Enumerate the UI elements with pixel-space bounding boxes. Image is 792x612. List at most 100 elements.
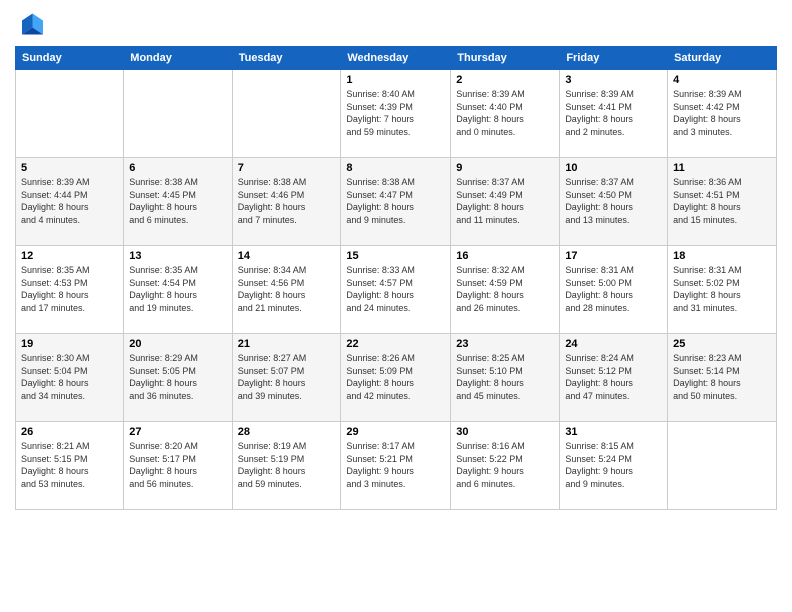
- day-info: Sunrise: 8:29 AM Sunset: 5:05 PM Dayligh…: [129, 352, 226, 402]
- day-info: Sunrise: 8:38 AM Sunset: 4:47 PM Dayligh…: [346, 176, 445, 226]
- empty-cell: [16, 70, 124, 158]
- day-number: 3: [565, 74, 662, 86]
- day-cell-10: 10 Sunrise: 8:37 AM Sunset: 4:50 PM Dayli…: [560, 158, 668, 246]
- week-row-1: 1 Sunrise: 8:40 AM Sunset: 4:39 PM Daylig…: [16, 70, 777, 158]
- day-info: Sunrise: 8:40 AM Sunset: 4:39 PM Dayligh…: [346, 88, 445, 138]
- day-info: Sunrise: 8:31 AM Sunset: 5:00 PM Dayligh…: [565, 264, 662, 314]
- day-cell-12: 12 Sunrise: 8:35 AM Sunset: 4:53 PM Dayli…: [16, 246, 124, 334]
- day-number: 10: [565, 162, 662, 174]
- day-cell-25: 25 Sunrise: 8:23 AM Sunset: 5:14 PM Dayli…: [668, 334, 777, 422]
- day-number: 20: [129, 338, 226, 350]
- weekday-header-saturday: Saturday: [668, 47, 777, 70]
- day-info: Sunrise: 8:26 AM Sunset: 5:09 PM Dayligh…: [346, 352, 445, 402]
- day-info: Sunrise: 8:25 AM Sunset: 5:10 PM Dayligh…: [456, 352, 554, 402]
- day-number: 21: [238, 338, 336, 350]
- day-info: Sunrise: 8:17 AM Sunset: 5:21 PM Dayligh…: [346, 440, 445, 490]
- day-info: Sunrise: 8:33 AM Sunset: 4:57 PM Dayligh…: [346, 264, 445, 314]
- day-cell-30: 30Sunrise: 8:16 AM Sunset: 5:22 PM Dayli…: [451, 422, 560, 510]
- day-number: 17: [565, 250, 662, 262]
- day-cell-27: 27Sunrise: 8:20 AM Sunset: 5:17 PM Dayli…: [124, 422, 232, 510]
- day-info: Sunrise: 8:37 AM Sunset: 4:50 PM Dayligh…: [565, 176, 662, 226]
- day-cell-3: 3 Sunrise: 8:39 AM Sunset: 4:41 PM Daylig…: [560, 70, 668, 158]
- day-cell-19: 19 Sunrise: 8:30 AM Sunset: 5:04 PM Dayli…: [16, 334, 124, 422]
- day-info: Sunrise: 8:38 AM Sunset: 4:45 PM Dayligh…: [129, 176, 226, 226]
- day-cell-8: 8Sunrise: 8:38 AM Sunset: 4:47 PM Daylig…: [341, 158, 451, 246]
- day-cell-7: 7Sunrise: 8:38 AM Sunset: 4:46 PM Daylig…: [232, 158, 341, 246]
- day-info: Sunrise: 8:37 AM Sunset: 4:49 PM Dayligh…: [456, 176, 554, 226]
- day-cell-15: 15 Sunrise: 8:33 AM Sunset: 4:57 PM Dayli…: [341, 246, 451, 334]
- day-info: Sunrise: 8:16 AM Sunset: 5:22 PM Dayligh…: [456, 440, 554, 490]
- day-info: Sunrise: 8:23 AM Sunset: 5:14 PM Dayligh…: [673, 352, 771, 402]
- empty-cell: [232, 70, 341, 158]
- day-info: Sunrise: 8:39 AM Sunset: 4:44 PM Dayligh…: [21, 176, 118, 226]
- day-number: 12: [21, 250, 118, 262]
- day-number: 14: [238, 250, 336, 262]
- day-number: 29: [346, 426, 445, 438]
- day-number: 23: [456, 338, 554, 350]
- day-number: 13: [129, 250, 226, 262]
- day-number: 18: [673, 250, 771, 262]
- day-info: Sunrise: 8:24 AM Sunset: 5:12 PM Dayligh…: [565, 352, 662, 402]
- day-cell-18: 18 Sunrise: 8:31 AM Sunset: 5:02 PM Dayli…: [668, 246, 777, 334]
- logo-icon: [15, 10, 43, 38]
- day-number: 28: [238, 426, 336, 438]
- day-info: Sunrise: 8:39 AM Sunset: 4:40 PM Dayligh…: [456, 88, 554, 138]
- day-number: 31: [565, 426, 662, 438]
- day-cell-23: 23 Sunrise: 8:25 AM Sunset: 5:10 PM Dayli…: [451, 334, 560, 422]
- day-info: Sunrise: 8:19 AM Sunset: 5:19 PM Dayligh…: [238, 440, 336, 490]
- weekday-header-sunday: Sunday: [16, 47, 124, 70]
- day-number: 25: [673, 338, 771, 350]
- day-cell-29: 29 Sunrise: 8:17 AM Sunset: 5:21 PM Dayli…: [341, 422, 451, 510]
- day-cell-28: 28 Sunrise: 8:19 AM Sunset: 5:19 PM Dayli…: [232, 422, 341, 510]
- day-number: 24: [565, 338, 662, 350]
- week-row-4: 19 Sunrise: 8:30 AM Sunset: 5:04 PM Dayli…: [16, 334, 777, 422]
- weekday-header-wednesday: Wednesday: [341, 47, 451, 70]
- day-info: Sunrise: 8:35 AM Sunset: 4:54 PM Dayligh…: [129, 264, 226, 314]
- day-info: Sunrise: 8:39 AM Sunset: 4:41 PM Dayligh…: [565, 88, 662, 138]
- weekday-header-monday: Monday: [124, 47, 232, 70]
- day-cell-5: 5 Sunrise: 8:39 AM Sunset: 4:44 PM Daylig…: [16, 158, 124, 246]
- day-number: 2: [456, 74, 554, 86]
- day-cell-2: 2 Sunrise: 8:39 AM Sunset: 4:40 PM Daylig…: [451, 70, 560, 158]
- day-number: 19: [21, 338, 118, 350]
- weekday-header-thursday: Thursday: [451, 47, 560, 70]
- day-info: Sunrise: 8:38 AM Sunset: 4:46 PM Dayligh…: [238, 176, 336, 226]
- header: [15, 10, 777, 38]
- week-row-2: 5 Sunrise: 8:39 AM Sunset: 4:44 PM Daylig…: [16, 158, 777, 246]
- day-cell-24: 24 Sunrise: 8:24 AM Sunset: 5:12 PM Dayli…: [560, 334, 668, 422]
- day-cell-4: 4 Sunrise: 8:39 AM Sunset: 4:42 PM Daylig…: [668, 70, 777, 158]
- day-info: Sunrise: 8:27 AM Sunset: 5:07 PM Dayligh…: [238, 352, 336, 402]
- weekday-header-tuesday: Tuesday: [232, 47, 341, 70]
- day-cell-31: 31 Sunrise: 8:15 AM Sunset: 5:24 PM Dayli…: [560, 422, 668, 510]
- day-cell-6: 6Sunrise: 8:38 AM Sunset: 4:45 PM Daylig…: [124, 158, 232, 246]
- day-number: 9: [456, 162, 554, 174]
- day-cell-9: 9 Sunrise: 8:37 AM Sunset: 4:49 PM Daylig…: [451, 158, 560, 246]
- day-info: Sunrise: 8:31 AM Sunset: 5:02 PM Dayligh…: [673, 264, 771, 314]
- day-cell-14: 14 Sunrise: 8:34 AM Sunset: 4:56 PM Dayli…: [232, 246, 341, 334]
- day-info: Sunrise: 8:34 AM Sunset: 4:56 PM Dayligh…: [238, 264, 336, 314]
- day-number: 11: [673, 162, 771, 174]
- day-info: Sunrise: 8:39 AM Sunset: 4:42 PM Dayligh…: [673, 88, 771, 138]
- calendar-table: SundayMondayTuesdayWednesdayThursdayFrid…: [15, 46, 777, 510]
- day-number: 16: [456, 250, 554, 262]
- empty-cell: [668, 422, 777, 510]
- day-cell-20: 20 Sunrise: 8:29 AM Sunset: 5:05 PM Dayli…: [124, 334, 232, 422]
- day-info: Sunrise: 8:35 AM Sunset: 4:53 PM Dayligh…: [21, 264, 118, 314]
- day-number: 5: [21, 162, 118, 174]
- day-info: Sunrise: 8:15 AM Sunset: 5:24 PM Dayligh…: [565, 440, 662, 490]
- day-cell-21: 21 Sunrise: 8:27 AM Sunset: 5:07 PM Dayli…: [232, 334, 341, 422]
- day-info: Sunrise: 8:36 AM Sunset: 4:51 PM Dayligh…: [673, 176, 771, 226]
- day-number: 15: [346, 250, 445, 262]
- day-cell-11: 11 Sunrise: 8:36 AM Sunset: 4:51 PM Dayli…: [668, 158, 777, 246]
- week-row-3: 12 Sunrise: 8:35 AM Sunset: 4:53 PM Dayli…: [16, 246, 777, 334]
- day-cell-26: 26Sunrise: 8:21 AM Sunset: 5:15 PM Dayli…: [16, 422, 124, 510]
- week-row-5: 26Sunrise: 8:21 AM Sunset: 5:15 PM Dayli…: [16, 422, 777, 510]
- weekday-header-row: SundayMondayTuesdayWednesdayThursdayFrid…: [16, 47, 777, 70]
- day-info: Sunrise: 8:21 AM Sunset: 5:15 PM Dayligh…: [21, 440, 118, 490]
- day-number: 22: [346, 338, 445, 350]
- day-number: 1: [346, 74, 445, 86]
- page: SundayMondayTuesdayWednesdayThursdayFrid…: [0, 0, 792, 612]
- day-info: Sunrise: 8:30 AM Sunset: 5:04 PM Dayligh…: [21, 352, 118, 402]
- day-number: 4: [673, 74, 771, 86]
- day-cell-16: 16Sunrise: 8:32 AM Sunset: 4:59 PM Dayli…: [451, 246, 560, 334]
